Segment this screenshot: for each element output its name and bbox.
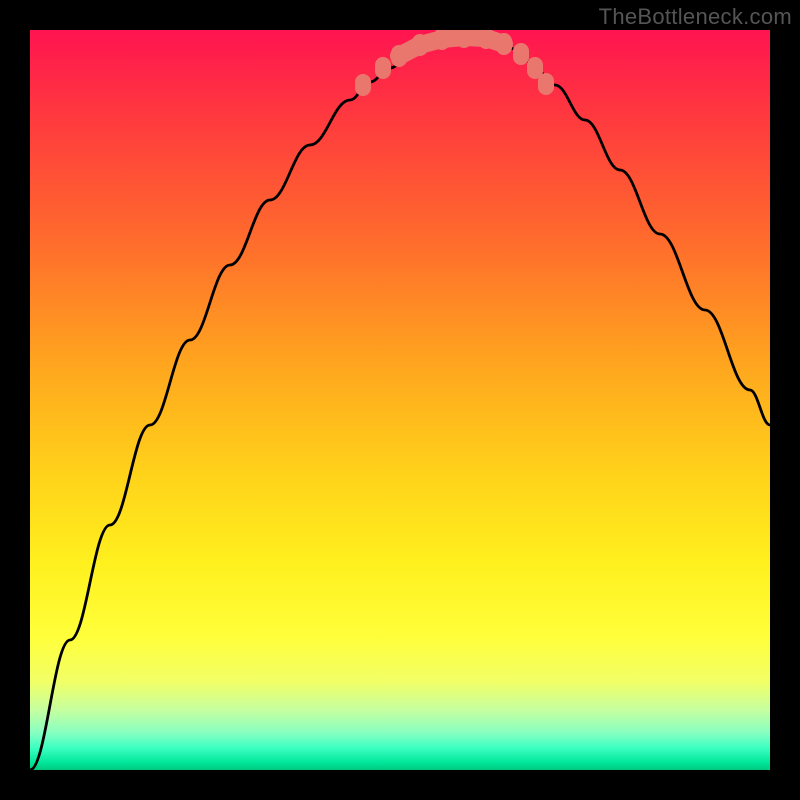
optimal-marker <box>538 73 554 95</box>
optimal-marker <box>434 30 450 50</box>
optimal-marker <box>412 34 428 56</box>
bottleneck-curve-left <box>30 34 470 770</box>
optimal-marker <box>496 33 512 55</box>
optimal-marker <box>478 30 494 49</box>
curve-svg <box>30 30 770 770</box>
watermark-text: TheBottleneck.com <box>599 4 792 30</box>
plot-area <box>30 30 770 770</box>
chart-frame: TheBottleneck.com <box>0 0 800 800</box>
bottleneck-curve-right <box>470 34 770 425</box>
optimal-marker-group <box>355 30 554 96</box>
optimal-marker <box>391 45 407 67</box>
optimal-marker <box>375 57 391 79</box>
optimal-marker <box>513 43 529 65</box>
optimal-marker <box>355 74 371 96</box>
optimal-marker <box>456 30 472 48</box>
